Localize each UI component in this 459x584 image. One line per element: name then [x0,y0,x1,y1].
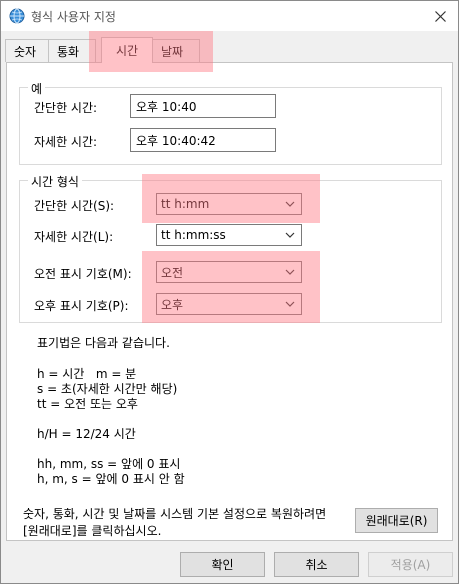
short-time-format-label: 간단한 시간(S): [34,199,115,213]
example-group: 예 간단한 시간: 오후 10:40 자세한 시간: 오후 10:40:42 [19,80,442,165]
time-tab-panel: 예 간단한 시간: 오후 10:40 자세한 시간: 오후 10:40:42 시… [6,62,453,541]
window-title: 형식 사용자 지정 [31,10,116,24]
restore-button[interactable]: 원래대로(R) [355,508,438,533]
tab-label: 통화 [57,44,80,59]
am-symbol-label: 오전 표시 기호(M): [34,267,132,281]
tab-strip: 숫자 통화 시간 날짜 [5,37,405,63]
tab-currency[interactable]: 통화 [48,39,96,62]
tab-label: 날짜 [161,44,184,59]
notation-heading: 표기법은 다음과 같습니다. [37,336,170,350]
globe-icon [9,8,25,24]
short-time-format-value: tt h:mm [161,197,210,211]
tab-number[interactable]: 숫자 [5,39,49,62]
notation-line: h/H = 12/24 시간 [37,427,136,441]
apply-button[interactable]: 적용(A) [368,552,453,577]
example-long-time-label: 자세한 시간: [34,135,98,149]
long-time-format-select[interactable]: tt h:mm:ss [156,224,302,246]
chevron-down-icon [285,269,295,275]
chevron-down-icon [285,232,295,238]
tab-label: 숫자 [14,44,37,59]
example-group-title: 예 [28,80,46,97]
long-time-format-label: 자세한 시간(L): [34,230,114,244]
ok-button-label: 확인 [211,558,234,572]
am-symbol-value: 오전 [161,265,184,280]
short-time-format-select[interactable]: tt h:mm [156,193,302,215]
tab-date[interactable]: 날짜 [152,39,200,62]
title-bar: 형식 사용자 지정 [1,1,458,31]
apply-button-label: 적용(A) [390,558,431,572]
cancel-button-label: 취소 [305,558,328,572]
example-short-time-label: 간단한 시간: [34,101,98,115]
example-short-time-field: 오후 10:40 [130,94,276,118]
pm-symbol-value: 오후 [161,297,184,312]
notation-line: h, m, s = 앞에 0 표시 안 함 [37,472,185,486]
chevron-down-icon [285,301,295,307]
time-format-group: 시간 형식 간단한 시간(S): tt h:mm 자세한 시간(L): tt h… [19,173,442,323]
chevron-down-icon [285,201,295,207]
close-icon [434,10,446,22]
close-button[interactable] [428,4,452,28]
notation-line: tt = 오전 또는 오후 [37,397,138,411]
example-long-time-field: 오후 10:40:42 [130,128,276,152]
long-time-format-value: tt h:mm:ss [161,228,226,242]
restore-button-label: 원래대로(R) [365,514,428,528]
customize-format-dialog: 형식 사용자 지정 숫자 통화 시간 날짜 예 간단한 시간: 오후 10:40… [0,0,459,584]
tab-time[interactable]: 시간 [101,37,153,63]
time-format-group-title: 시간 형식 [28,173,82,190]
pm-symbol-label: 오후 표시 기호(P): [34,299,129,313]
restore-description: 숫자, 통화, 시간 및 날짜를 시스템 기본 설정으로 복원하려면 [원래대로… [23,507,327,538]
tab-label: 시간 [115,44,139,58]
ok-button[interactable]: 확인 [180,552,265,577]
cancel-button[interactable]: 취소 [274,552,359,577]
am-symbol-select[interactable]: 오전 [156,261,302,283]
pm-symbol-select[interactable]: 오후 [156,293,302,315]
